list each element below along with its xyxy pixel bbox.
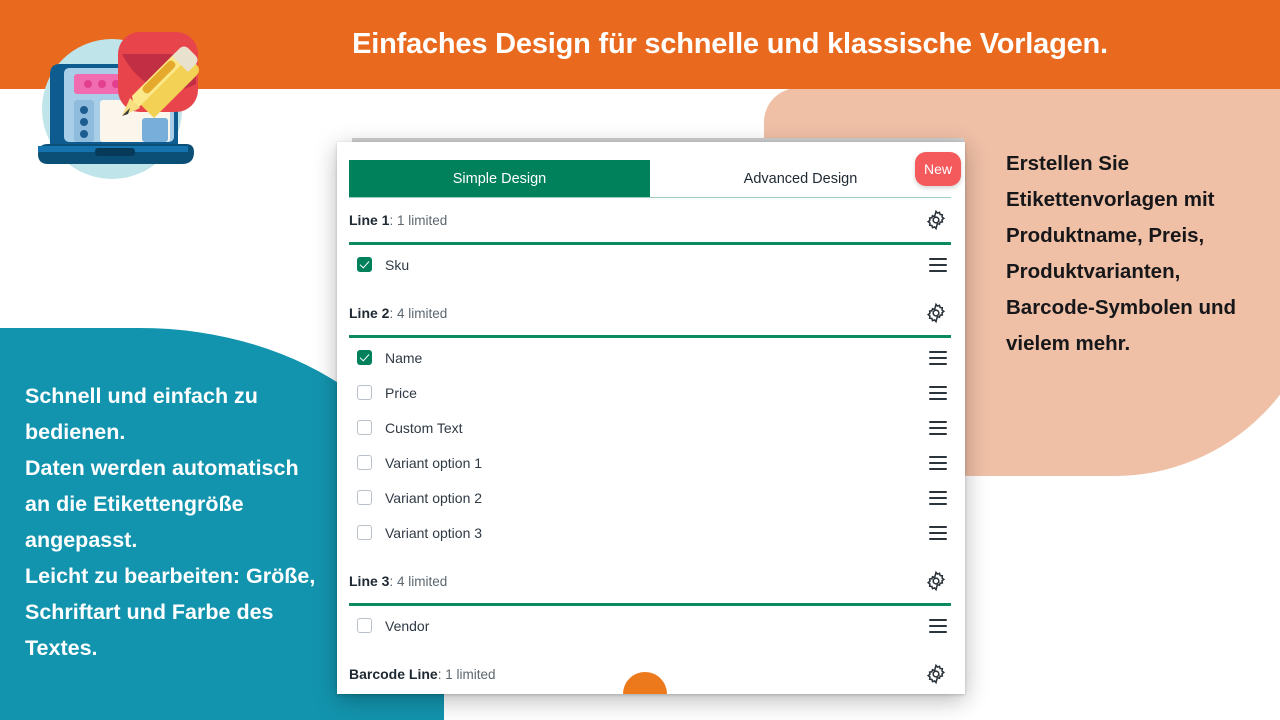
page-title: Einfaches Design für schnelle und klassi… — [352, 28, 1108, 60]
drag-handle-icon[interactable] — [929, 420, 947, 435]
field-checkbox[interactable] — [357, 525, 372, 540]
drag-handle-icon[interactable] — [929, 490, 947, 505]
field-label: Vendor — [385, 617, 430, 634]
field-checkbox[interactable] — [357, 257, 372, 272]
field-row[interactable]: Variant option 3 — [349, 515, 951, 550]
gear-icon[interactable] — [925, 570, 947, 592]
gear-icon[interactable] — [925, 663, 947, 685]
line-group-title: Line 3: 4 limited — [349, 573, 447, 589]
field-checkbox[interactable] — [357, 490, 372, 505]
field-row[interactable]: Variant option 2 — [349, 480, 951, 515]
field-checkbox[interactable] — [357, 385, 372, 400]
label-template-app-window: Simple Design Advanced Design Line 1: 1 … — [337, 142, 965, 694]
drag-handle-icon[interactable] — [929, 385, 947, 400]
gear-icon[interactable] — [925, 209, 947, 231]
field-checkbox[interactable] — [357, 618, 372, 633]
line-group-header: Line 2: 4 limited — [349, 291, 951, 335]
laptop-with-pencil-icon — [22, 22, 204, 182]
drag-handle-icon[interactable] — [929, 455, 947, 470]
line-group-meta: : 4 limited — [389, 306, 448, 321]
tab-advanced-design[interactable]: Advanced Design — [650, 160, 951, 197]
line-group-meta: : 4 limited — [389, 574, 448, 589]
app-scroll-area[interactable]: Simple Design Advanced Design Line 1: 1 … — [337, 142, 965, 694]
line-group-rule — [349, 242, 951, 245]
drag-handle-icon[interactable] — [929, 618, 947, 633]
field-label: Custom Text — [385, 419, 463, 436]
line-group-title: Line 2: 4 limited — [349, 305, 447, 321]
drag-handle-icon[interactable] — [929, 257, 947, 272]
tab-simple-design[interactable]: Simple Design — [349, 160, 650, 197]
line-group-name: Line 3 — [349, 573, 390, 589]
line-group-header: Line 1: 1 limited — [349, 198, 951, 242]
line-group-meta: : 1 limited — [389, 213, 448, 228]
field-label: Variant option 3 — [385, 524, 483, 541]
drag-handle-icon[interactable] — [929, 350, 947, 365]
design-tabs: Simple Design Advanced Design — [349, 160, 951, 198]
right-feature-text: Erstellen Sie Etikettenvorlagen mit Prod… — [1006, 152, 1237, 355]
field-row[interactable]: Vendor — [349, 608, 951, 643]
field-checkbox[interactable] — [357, 420, 372, 435]
line-group-rule — [349, 603, 951, 606]
line-group-name: Barcode Line — [349, 666, 438, 682]
field-row[interactable]: Variant option 1 — [349, 445, 951, 480]
field-label: Price — [385, 384, 417, 401]
field-checkbox[interactable] — [357, 455, 372, 470]
field-row[interactable]: Sku — [349, 247, 951, 282]
left-teal-shape-notch — [396, 690, 444, 720]
field-label: Sku — [385, 256, 410, 273]
line-group-title: Barcode Line: 1 limited — [349, 666, 495, 682]
line-group-rule — [349, 335, 951, 338]
field-row[interactable]: Price — [349, 375, 951, 410]
line-group-title: Line 1: 1 limited — [349, 212, 447, 228]
field-label: Name — [385, 349, 423, 366]
field-label: Variant option 2 — [385, 489, 483, 506]
new-badge: New — [915, 152, 961, 186]
field-checkbox[interactable] — [357, 350, 372, 365]
gear-icon[interactable] — [925, 302, 947, 324]
drag-handle-icon[interactable] — [929, 525, 947, 540]
line-group-meta: : 1 limited — [437, 667, 496, 682]
slide-canvas: Einfaches Design für schnelle und klassi… — [0, 0, 1280, 720]
line-group-header: Line 3: 4 limited — [349, 559, 951, 603]
field-label: Variant option 1 — [385, 454, 483, 471]
left-feature-text: Schnell und einfach zu bedienen. Daten w… — [25, 384, 316, 660]
field-row[interactable]: Name — [349, 340, 951, 375]
line-group-name: Line 1 — [349, 212, 390, 228]
field-row[interactable]: Custom Text — [349, 410, 951, 445]
line-group-name: Line 2 — [349, 305, 390, 321]
